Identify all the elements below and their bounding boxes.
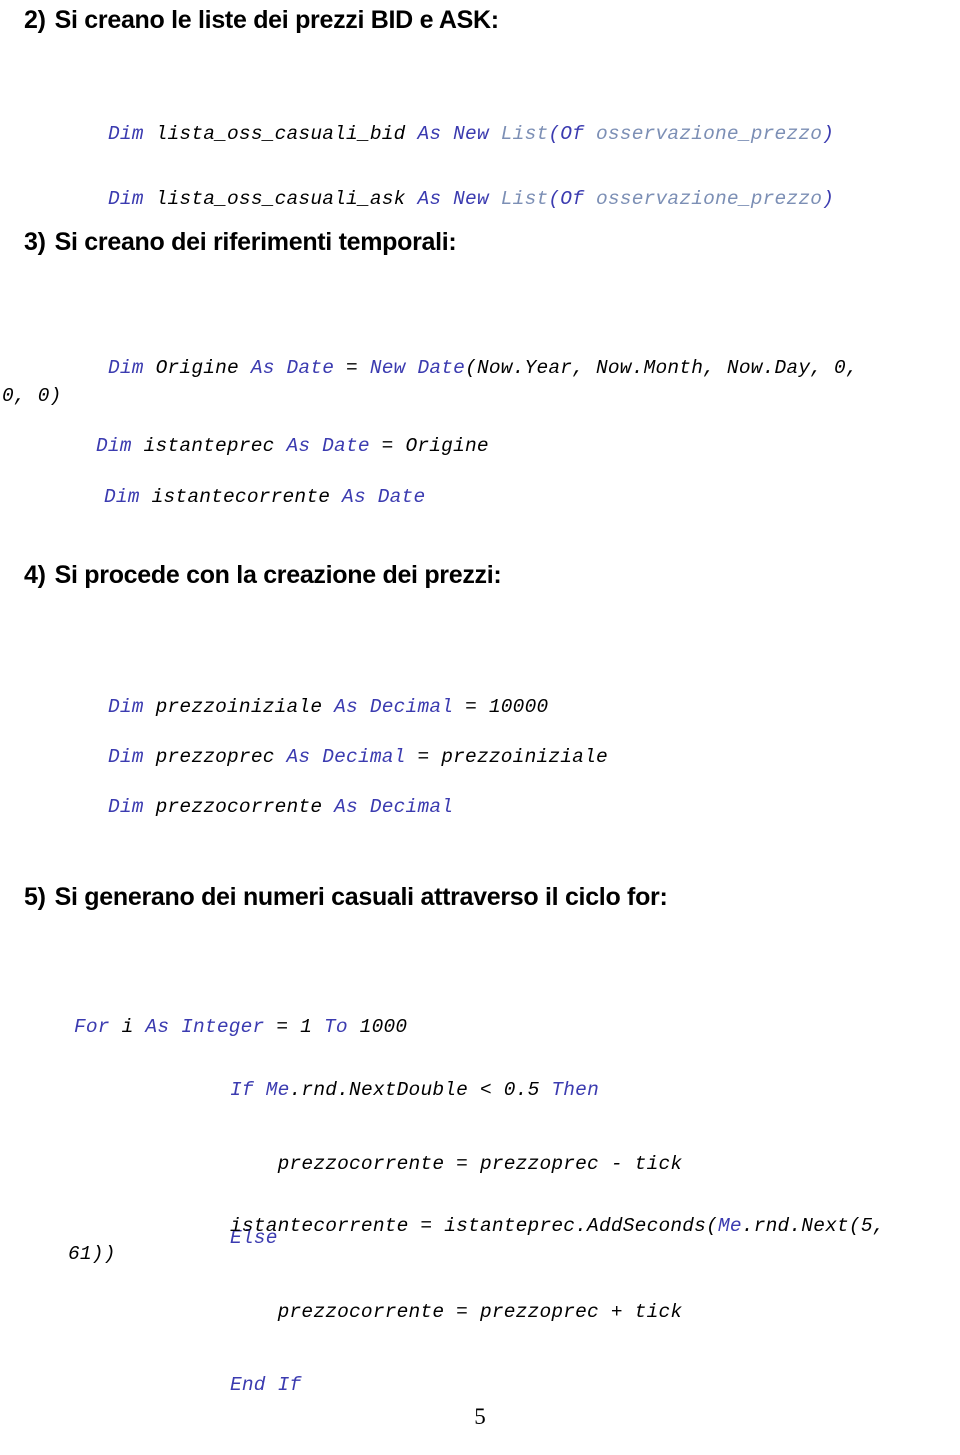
code-token-keyword: Dim: [108, 187, 156, 210]
code-token-keyword: Then: [551, 1079, 599, 1102]
code-token-type: List: [500, 187, 549, 210]
code-wrap-fragment-step-3: 0, 0): [2, 348, 62, 446]
section-title-step-3: Si creano dei riferimenti temporali:: [54, 228, 457, 256]
section-heading-step-4: 4) Si procede con la creazione dei prezzi…: [24, 561, 502, 589]
code-line: Dim prezzocorrente As Decimal: [108, 796, 454, 818]
code-line: Dim lista_oss_casuali_ask As New List(Of…: [108, 187, 835, 210]
code-token-keyword: As Date: [250, 357, 347, 379]
code-token-punct: ): [822, 187, 835, 210]
code-token-punct: ): [822, 123, 835, 145]
code-token-identifier: i: [121, 1016, 146, 1038]
code-block-step-5-last: istantecorrente = istanteprec.AddSeconds…: [230, 1178, 885, 1276]
section-number-step-3: 3): [24, 228, 46, 256]
code-line: Dim Origine As Date = New Date(Now.Year,…: [108, 357, 858, 379]
code-line-wrap: 61)): [68, 1243, 116, 1265]
code-token-identifier: lista_oss_casuali_bid: [155, 123, 418, 145]
code-line: istantecorrente = istanteprec.AddSeconds…: [230, 1215, 885, 1237]
code-token-expression: istantecorrente = istanteprec.AddSeconds…: [230, 1215, 718, 1237]
code-token-expression: .rnd.NextDouble < 0.5: [289, 1079, 552, 1102]
code-token-keyword: Dim: [108, 123, 156, 145]
code-token-type: List: [500, 123, 549, 145]
code-line-wrap: 0, 0): [2, 385, 62, 407]
code-block-step-2: Dim lista_oss_casuali_bid As New List(Of…: [108, 86, 834, 248]
code-block-step-4-line-3: Dim prezzocorrente As Decimal: [108, 759, 453, 857]
code-token-keyword: As New: [417, 123, 501, 145]
page-number: 5: [474, 1404, 486, 1429]
section-title-step-4: Si procede con la creazione dei prezzi:: [54, 561, 502, 589]
code-token-keyword: For: [74, 1016, 122, 1038]
code-token-keyword: As New: [417, 187, 501, 210]
section-title-step-5: Si generano dei numeri casuali attravers…: [54, 883, 668, 911]
section-heading-step-2: 2) Si creano le liste dei prezzi BID e AS…: [24, 8, 499, 33]
code-line: prezzocorrente = prezzoprec - tick: [230, 1152, 683, 1175]
code-token-keyword: As Decimal: [334, 796, 454, 818]
code-token-identifier: Origine: [155, 357, 251, 379]
code-token-keyword: (Of: [548, 187, 596, 210]
section-number-step-5: 5): [24, 883, 46, 911]
code-token-type: osservazione_prezzo: [596, 123, 823, 145]
document-page: 2) Si creano le liste dei prezzi BID e AS…: [0, 0, 960, 1455]
code-token-keyword: Dim: [104, 486, 152, 508]
section-title-step-2: Si creano le liste dei prezzi BID e ASK:: [54, 6, 499, 34]
code-token-keyword: (Of: [548, 123, 596, 145]
code-line: Dim istantecorrente As Date: [104, 486, 426, 508]
section-number-step-4: 4): [24, 561, 46, 589]
code-line: End If: [230, 1374, 302, 1397]
code-line: If Me.rnd.NextDouble < 0.5 Then: [230, 1078, 682, 1103]
section-heading-step-3: 3) Si creano dei riferimenti temporali:: [24, 228, 457, 256]
section-heading-step-5: 5) Si generano dei numeri casuali attrave…: [24, 885, 668, 910]
code-token-identifier: lista_oss_casuali_ask: [155, 187, 418, 210]
code-token-type: osservazione_prezzo: [596, 187, 823, 210]
code-token-keyword-me: Me: [265, 1079, 290, 1102]
code-token-identifier: prezzocorrente: [155, 796, 335, 818]
code-token-keyword: Dim: [108, 357, 156, 379]
code-wrap-fragment-step-5: 61)): [68, 1206, 116, 1304]
code-token-expression: .rnd.Next(5,: [741, 1215, 885, 1237]
section-number-step-2: 2): [24, 6, 46, 34]
code-token-keyword-me: Me: [717, 1215, 742, 1237]
code-block-step-3-line-3: Dim istantecorrente As Date: [104, 449, 425, 547]
code-token-keyword: If: [230, 1079, 266, 1102]
code-token-args: (Now.Year, Now.Month, Now.Day, 0,: [465, 357, 858, 379]
code-token-operator: =: [346, 357, 370, 379]
code-token-keyword: Dim: [108, 796, 156, 818]
code-line: prezzocorrente = prezzoprec + tick: [230, 1300, 683, 1323]
code-line: Dim lista_oss_casuali_bid As New List(Of…: [108, 123, 835, 145]
code-token-keyword: As Date: [342, 486, 426, 508]
code-token-keyword: New Date: [369, 357, 466, 379]
code-token-identifier: istantecorrente: [151, 486, 343, 508]
